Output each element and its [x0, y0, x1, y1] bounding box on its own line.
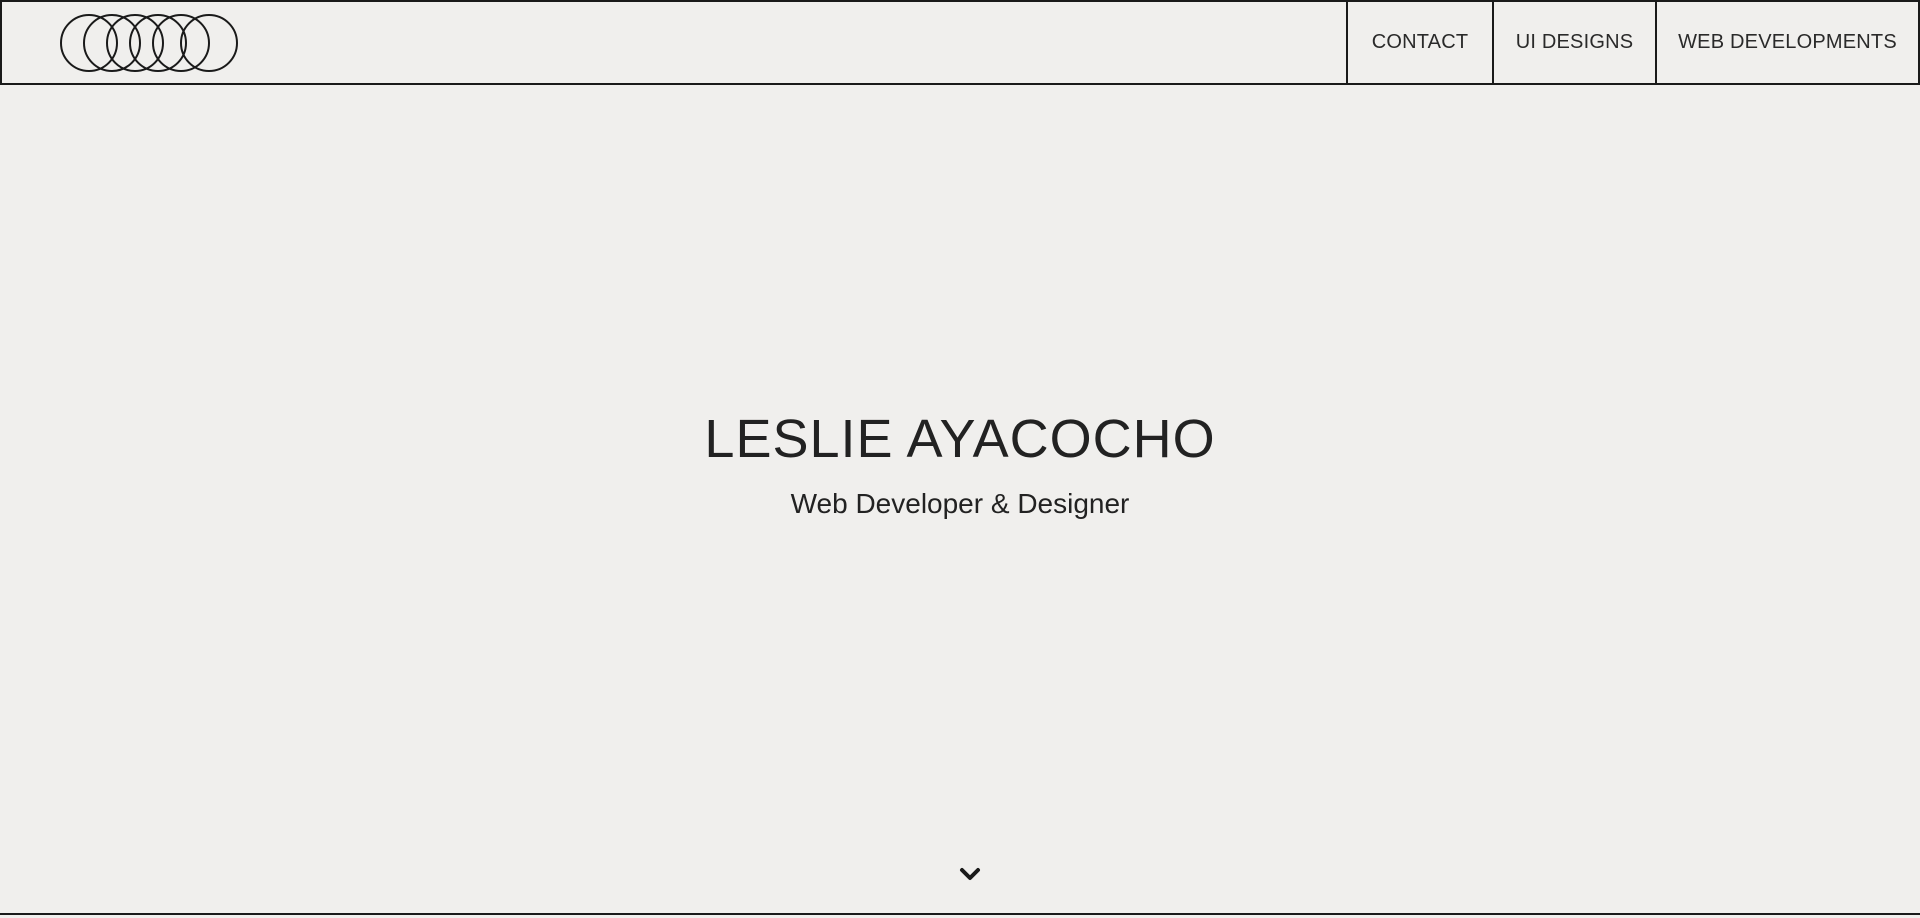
main-nav: CONTACT UI DESIGNS WEB DEVELOPMENTS: [1346, 2, 1918, 83]
hero-subtitle: Web Developer & Designer: [790, 488, 1130, 519]
nav-web-developments[interactable]: WEB DEVELOPMENTS: [1655, 2, 1918, 83]
scroll-down-button[interactable]: [958, 865, 982, 883]
hero-section: LESLIE AYACOCHO Web Developer & Designer: [0, 85, 1920, 915]
nav-contact[interactable]: CONTACT: [1346, 2, 1492, 83]
bottom-divider: [0, 913, 1920, 915]
page: CONTACT UI DESIGNS WEB DEVELOPMENTS LESL…: [0, 0, 1920, 918]
hero-title: LESLIE AYACOCHO: [704, 409, 1216, 469]
nav-ui-designs[interactable]: UI DESIGNS: [1492, 2, 1655, 83]
site-header: CONTACT UI DESIGNS WEB DEVELOPMENTS: [0, 0, 1920, 85]
interlocking-circles-logo-icon: [60, 13, 238, 72]
chevron-down-icon: [960, 868, 980, 880]
logo[interactable]: [2, 2, 239, 83]
